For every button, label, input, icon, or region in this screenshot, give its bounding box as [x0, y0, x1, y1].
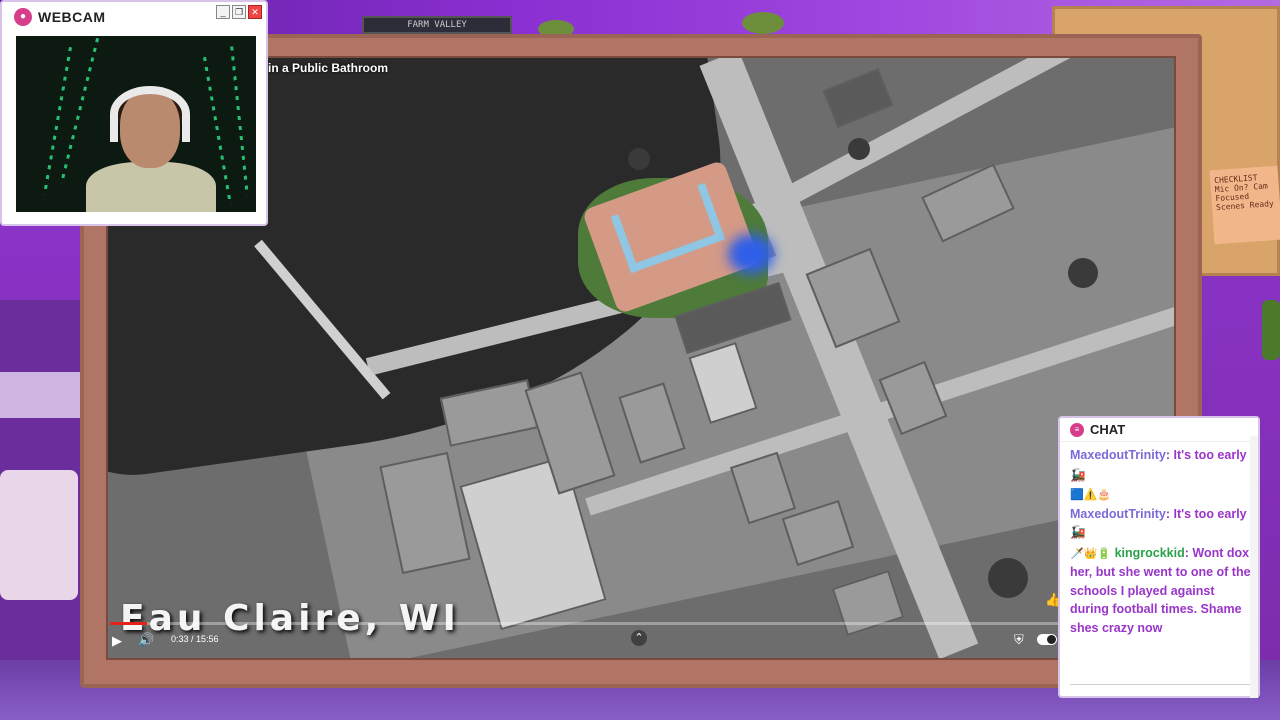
play-icon[interactable]: ▶ [112, 633, 122, 649]
led-strip [42, 46, 73, 196]
chat-icon: ≡ [1070, 422, 1084, 437]
chat-message: 🗡️👑🔋 kingrockkid: Wont dox her, but she … [1070, 544, 1252, 638]
aerial-map-frame [108, 58, 1174, 658]
streamer-body [86, 162, 216, 212]
headset [110, 86, 190, 142]
chat-message: MaxedoutTrinity: It's too early 🚂 [1070, 446, 1252, 484]
frog-decoration [742, 12, 784, 34]
chat-badges: 🟦⚠️🎂 [1070, 489, 1112, 501]
chat-title: CHAT [1090, 422, 1126, 437]
autoplay-toggle[interactable] [1037, 634, 1057, 645]
minimize-button[interactable]: _ [216, 5, 230, 19]
chat-badges: 🗡️👑🔋 [1070, 547, 1112, 560]
wall-sign: FARM VALLEY [362, 16, 512, 34]
chat-username[interactable]: MaxedoutTrinity [1070, 448, 1166, 462]
camera-icon: ● [14, 8, 32, 26]
chat-username[interactable]: MaxedoutTrinity [1070, 507, 1166, 521]
close-button[interactable]: ✕ [248, 5, 262, 19]
tree [628, 148, 650, 170]
building [822, 68, 894, 128]
location-marker [728, 234, 774, 274]
shield-icon[interactable]: ⛨ [1014, 632, 1024, 648]
checklist-note: CHECKLIST Mic On? Cam Focused Scenes Rea… [1209, 165, 1280, 245]
volume-icon[interactable]: 🔊 [138, 632, 154, 648]
chat-username[interactable]: kingrockkid [1115, 546, 1185, 560]
led-strip [230, 46, 249, 196]
chat-titlebar[interactable]: ≡ CHAT [1060, 418, 1258, 442]
chevron-up-icon[interactable]: ⌃ [631, 630, 647, 646]
tree [848, 138, 870, 160]
window-controls: _ ❐ ✕ [216, 5, 262, 19]
plant-decoration [1262, 300, 1280, 360]
video-time: 0:33 / 15:56 [171, 634, 219, 644]
tree [988, 558, 1028, 598]
tree [1068, 258, 1098, 288]
speaker-box [0, 470, 78, 600]
chat-window: ≡ CHAT MaxedoutTrinity: It's too early 🚂… [1058, 416, 1260, 698]
webcam-title: WEBCAM [38, 9, 106, 25]
maximize-button[interactable]: ❐ [232, 5, 246, 19]
chat-messages: MaxedoutTrinity: It's too early 🚂 🟦⚠️🎂 M… [1070, 446, 1252, 639]
webcam-window: ● WEBCAM _ ❐ ✕ [0, 0, 268, 226]
video-progress-bar[interactable] [110, 622, 1170, 625]
webcam-feed [16, 36, 256, 212]
chat-input-line[interactable] [1070, 684, 1250, 685]
video-title: in a Public Bathroom [268, 61, 389, 75]
video-caption: Eau Claire, WI [120, 598, 460, 639]
chat-message: 🟦⚠️🎂 MaxedoutTrinity: It's too early 🚂 [1070, 486, 1252, 542]
building [831, 569, 905, 637]
progress-fill [110, 622, 148, 625]
